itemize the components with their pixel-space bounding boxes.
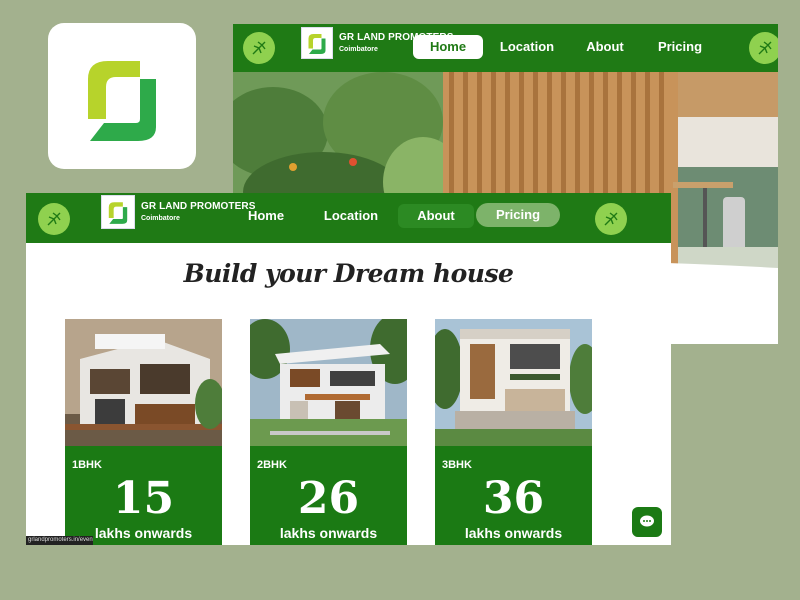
- pricing-card-1bhk[interactable]: 1BHK 15 lakhs onwards: [65, 319, 222, 545]
- app-icon-tile: [48, 23, 196, 169]
- leaf-icon[interactable]: [38, 203, 70, 235]
- card-type: 2BHK: [257, 459, 287, 471]
- card-type: 1BHK: [72, 459, 102, 471]
- nav-pricing[interactable]: Pricing: [476, 203, 560, 227]
- nav-pricing[interactable]: Pricing: [649, 35, 711, 59]
- front-navbar: GR LAND PROMOTERS Coimbatore Home Locati…: [26, 193, 671, 243]
- leaf-icon[interactable]: [749, 32, 778, 64]
- leaf-icon[interactable]: [243, 32, 275, 64]
- card-price-unit: lakhs onwards: [464, 525, 563, 541]
- card-price: 15: [112, 473, 175, 524]
- nav-about[interactable]: About: [398, 204, 474, 228]
- nav-location[interactable]: Location: [491, 35, 563, 59]
- back-navbar: GR LAND PROMOTERS Coimbatore Home Locati…: [233, 24, 778, 72]
- card-price: 26: [297, 473, 360, 524]
- front-window: GR LAND PROMOTERS Coimbatore Home Locati…: [26, 193, 671, 545]
- card-price: 36: [482, 473, 545, 524]
- house-image: [250, 319, 407, 446]
- house-image: [65, 319, 222, 446]
- chat-bubble-icon: [640, 515, 654, 527]
- nav-home[interactable]: Home: [236, 204, 296, 228]
- pricing-card-2bhk[interactable]: 2BHK 26 lakhs onwards: [250, 319, 407, 545]
- page-headline: Build your Dream house: [183, 259, 514, 288]
- nav-location[interactable]: Location: [316, 204, 386, 228]
- gr-logo-icon: [101, 195, 135, 229]
- card-type: 3BHK: [442, 459, 472, 471]
- nav-home[interactable]: Home: [413, 35, 483, 59]
- nav-about[interactable]: About: [573, 35, 637, 59]
- pricing-card-3bhk[interactable]: 3BHK 36 lakhs onwards: [435, 319, 592, 545]
- brand-logo[interactable]: GR LAND PROMOTERS Coimbatore: [101, 195, 255, 229]
- chat-button[interactable]: [632, 507, 662, 537]
- gr-logo-icon: [301, 27, 333, 59]
- gr-logo-icon: [88, 61, 156, 141]
- house-image: [435, 319, 592, 446]
- status-url: grlandpromoters.in/events: [26, 536, 93, 545]
- card-price-unit: lakhs onwards: [279, 525, 378, 541]
- leaf-icon[interactable]: [595, 203, 627, 235]
